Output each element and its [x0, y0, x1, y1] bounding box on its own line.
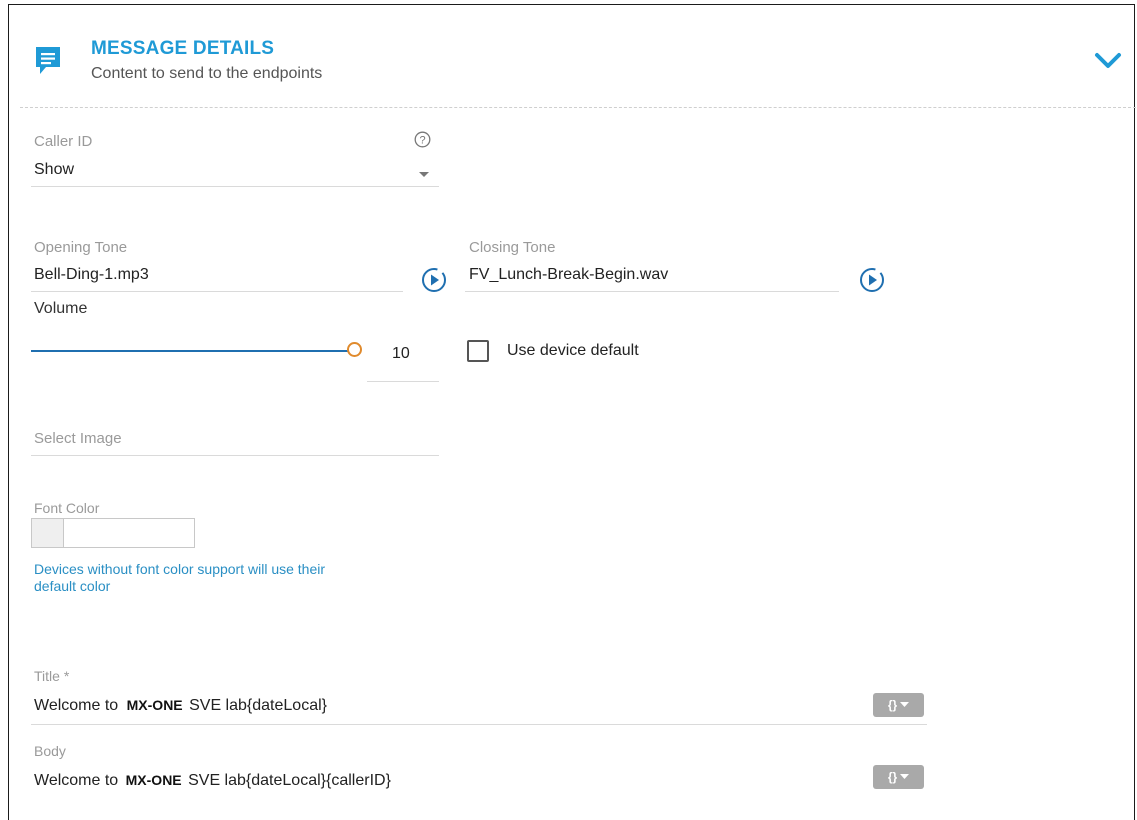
title-brand: MX-ONE	[126, 697, 183, 713]
title-input[interactable]: Welcome to MX-ONE SVE lab{dateLocal}	[34, 697, 327, 715]
title-prefix: Welcome to	[34, 697, 119, 714]
volume-value[interactable]: 10	[392, 345, 410, 363]
volume-slider-track	[31, 350, 349, 352]
closing-tone-play-icon[interactable]	[858, 266, 886, 294]
caller-id-select[interactable]: Show	[34, 161, 74, 179]
font-color-hint-line2: default color	[34, 578, 111, 594]
body-prefix: Welcome to	[34, 772, 119, 789]
title-underline	[31, 724, 927, 725]
title-token-caret-icon	[900, 702, 910, 707]
title-token-button[interactable]: {}	[873, 693, 924, 717]
use-device-default-label[interactable]: Use device default	[507, 342, 639, 360]
volume-slider[interactable]	[31, 340, 371, 362]
closing-tone-label: Closing Tone	[469, 239, 556, 256]
closing-tone-field[interactable]: FV_Lunch-Break-Begin.wav	[469, 266, 668, 284]
font-color-hint-line1: Devices without font color support will …	[34, 561, 326, 577]
body-brand: MX-ONE	[125, 772, 182, 788]
chevron-down-icon[interactable]	[1094, 51, 1122, 71]
closing-tone-underline	[465, 291, 839, 292]
section-title: MESSAGE DETAILS	[91, 38, 275, 59]
opening-tone-field[interactable]: Bell-Ding-1.mp3	[34, 266, 149, 284]
opening-tone-play-icon[interactable]	[420, 266, 448, 294]
opening-tone-underline	[31, 291, 403, 292]
volume-slider-thumb[interactable]	[347, 342, 362, 357]
body-label: Body	[34, 743, 66, 759]
title-token-label: {}	[887, 698, 898, 712]
select-image-underline	[31, 455, 439, 456]
font-color-hint: Devices without font color support will …	[34, 561, 325, 595]
volume-label: Volume	[34, 300, 88, 317]
font-color-picker[interactable]	[31, 518, 195, 548]
message-icon	[34, 45, 62, 77]
body-token-label: {}	[887, 770, 898, 784]
title-label: Title *	[34, 668, 70, 684]
header-divider	[20, 107, 1136, 108]
svg-text:?: ?	[419, 135, 425, 147]
message-details-panel: MESSAGE DETAILS Content to send to the e…	[8, 4, 1136, 820]
body-suffix: SVE lab{dateLocal}{callerID}	[188, 772, 391, 789]
opening-tone-label: Opening Tone	[34, 239, 128, 256]
select-image-field[interactable]: Select Image	[34, 430, 122, 447]
use-device-default-checkbox[interactable]	[467, 340, 489, 362]
section-subtitle: Content to send to the endpoints	[91, 65, 323, 82]
font-color-swatch	[32, 519, 64, 547]
dropdown-caret-icon[interactable]	[418, 165, 430, 177]
volume-value-underline	[367, 381, 439, 382]
caller-id-label: Caller ID	[34, 133, 93, 150]
body-input[interactable]: Welcome to MX-ONE SVE lab{dateLocal}{cal…	[34, 772, 391, 790]
body-token-button[interactable]: {}	[873, 765, 924, 789]
body-token-caret-icon	[900, 774, 910, 779]
title-suffix: SVE lab{dateLocal}	[189, 697, 327, 714]
caller-id-underline	[31, 186, 439, 187]
font-color-label: Font Color	[34, 500, 100, 516]
help-icon[interactable]: ?	[414, 131, 431, 148]
